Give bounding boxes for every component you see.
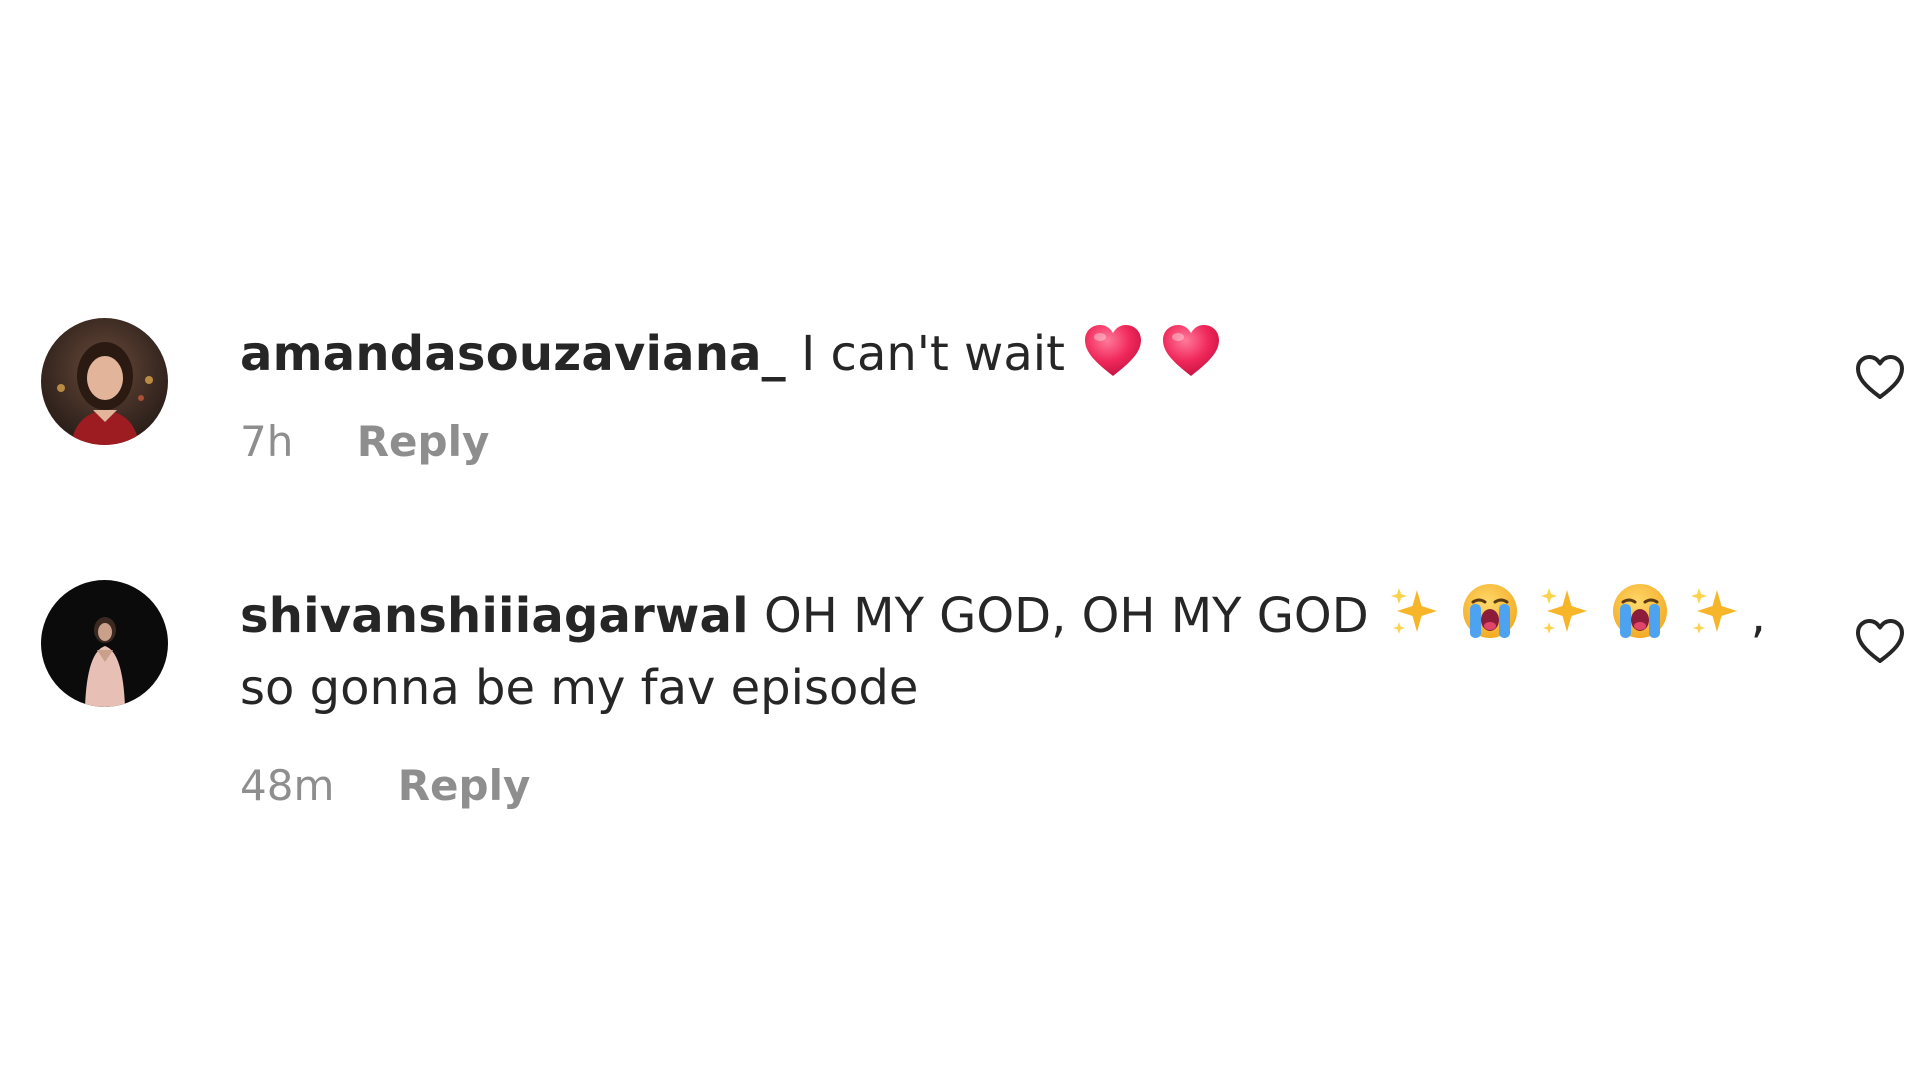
avatar[interactable] <box>41 580 168 707</box>
sparkles-emoji-icon <box>1537 584 1593 640</box>
comment-text-line: shivanshiiiagarwal OH MY GOD, OH MY GOD, <box>240 580 1800 652</box>
comment-text-line-2: so gonna be my fav episode <box>240 660 919 716</box>
red-heart-emoji-icon <box>1161 324 1221 378</box>
comment-text: OH MY GOD, OH MY GOD <box>764 588 1369 644</box>
sparkles-emoji-icon <box>1387 584 1443 640</box>
comment-meta: 48m Reply <box>240 760 1800 812</box>
comment-username[interactable]: amandasouzaviana_ <box>240 326 786 382</box>
comment-text-trailing: , <box>1750 588 1766 644</box>
comment-meta: 7h Reply <box>240 416 1800 468</box>
heart-outline-icon <box>1856 619 1904 663</box>
reply-button[interactable]: Reply <box>357 416 490 468</box>
comment-text-line: amandasouzaviana_ I can't wait <box>240 318 1800 390</box>
heart-outline-icon <box>1856 355 1904 399</box>
comment-timestamp[interactable]: 48m <box>240 760 334 812</box>
comment-body: shivanshiiiagarwal OH MY GOD, OH MY GOD,… <box>240 580 1800 812</box>
red-heart-emoji-icon <box>1083 324 1143 378</box>
loudly-crying-face-emoji-icon <box>1611 582 1669 640</box>
comment-text: I can't wait <box>801 326 1065 382</box>
like-button[interactable] <box>1855 354 1905 400</box>
comment-timestamp[interactable]: 7h <box>240 416 293 468</box>
reply-button[interactable]: Reply <box>398 760 531 812</box>
loudly-crying-face-emoji-icon <box>1461 582 1519 640</box>
avatar[interactable] <box>41 318 168 445</box>
comment-username[interactable]: shivanshiiiagarwal <box>240 588 749 644</box>
comments-list: amandasouzaviana_ I can't wait 7h Reply <box>0 0 1920 1080</box>
like-button[interactable] <box>1855 618 1905 664</box>
sparkles-emoji-icon <box>1687 584 1743 640</box>
comment-body: amandasouzaviana_ I can't wait 7h Reply <box>240 318 1800 468</box>
